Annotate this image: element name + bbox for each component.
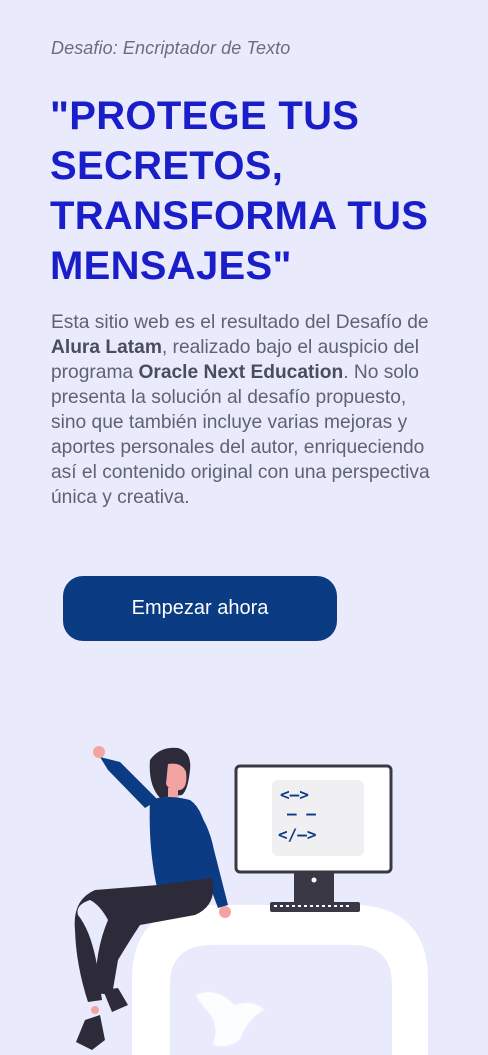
description-text-3: . No solo presenta la solución al desafí… [51,362,430,508]
description-text-1: Esta sitio web es el resultado del Desaf… [51,312,429,333]
page-subtitle: Desafio: Encriptador de Texto [51,38,291,58]
monitor-code-line-2: — — [287,804,316,823]
intro-description: Esta sitio web es el resultado del Desaf… [51,310,446,510]
alura-latam-label: Alura Latam [51,337,162,358]
bird-logo-icon [194,991,266,1048]
page-headline: "PROTEGE TUS SECRETOS, TRANSFORMA TUS ME… [50,94,429,288]
oracle-next-education-label: Oracle Next Education [138,362,344,383]
monitor-code-line-3: </—> [278,825,317,844]
monitor-icon: <—> — — </—> [234,764,393,912]
hero-illustration: <—> — — </—> [74,746,428,1055]
start-now-button[interactable]: Empezar ahora [63,576,337,641]
monitor-code-line-1: <—> [280,785,309,804]
desk-shape [132,905,428,1055]
